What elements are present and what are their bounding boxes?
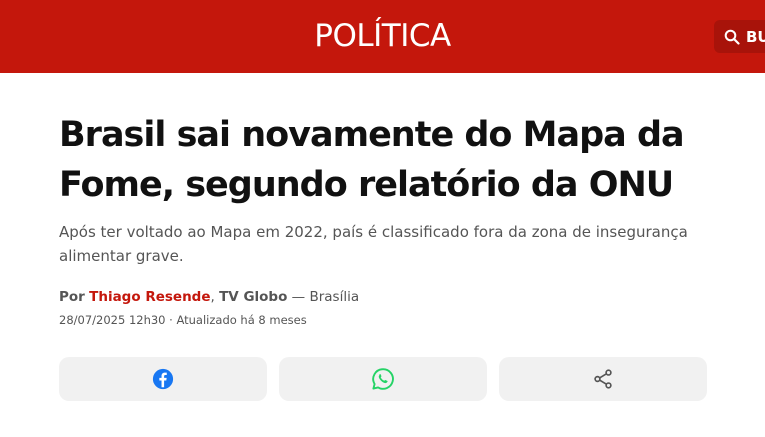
share-icon <box>594 369 612 389</box>
section-title[interactable]: POLÍTICA <box>0 0 765 73</box>
share-button[interactable] <box>499 357 707 401</box>
article-headline: Brasil sai novamente do Mapa da Fome, se… <box>59 115 685 205</box>
byline: Por Thiago Resende, TV Globo — Brasília <box>59 289 359 305</box>
article-dateline: 28/07/2025 12h30 · Atualizado há 8 meses <box>59 313 307 327</box>
byline-separator: , <box>210 289 215 305</box>
article-subtitle: Após ter voltado ao Mapa em 2022, país é… <box>59 223 688 265</box>
share-facebook-button[interactable] <box>59 357 267 401</box>
byline-prefix: Por <box>59 289 85 305</box>
facebook-icon <box>152 368 174 390</box>
byline-location: Brasília <box>309 289 360 305</box>
author-link[interactable]: Thiago Resende <box>89 289 210 305</box>
byline-outlet: TV Globo <box>219 289 288 305</box>
search-icon <box>724 29 740 45</box>
search-button[interactable]: BU <box>714 20 765 53</box>
site-header: POLÍTICA BU <box>0 0 765 73</box>
whatsapp-icon <box>372 368 394 390</box>
search-label: BU <box>746 27 765 46</box>
byline-dash: — <box>291 289 306 305</box>
share-whatsapp-button[interactable] <box>279 357 487 401</box>
